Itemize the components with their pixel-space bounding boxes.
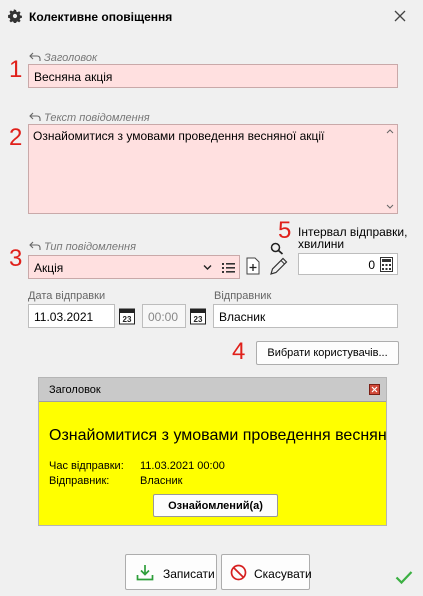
svg-text:23: 23 xyxy=(123,315,132,324)
back-arrow-icon xyxy=(29,112,41,121)
send-time-value: 00:00 xyxy=(148,310,179,324)
header-label-row: Заголовок xyxy=(29,50,97,64)
cancel-button[interactable]: Скасувати xyxy=(221,554,312,590)
calendar-icon[interactable]: 23 xyxy=(119,307,135,325)
cancel-button-label: Скасувати xyxy=(254,567,312,581)
message-type-label-row: Тип повідомлення xyxy=(29,239,136,253)
annotation-number-1: 1 xyxy=(9,56,23,83)
message-textarea[interactable]: Ознайомитися з умовами проведення веснян… xyxy=(28,124,398,214)
annotation-number-5: 5 xyxy=(278,217,292,244)
send-date-label: Дата відправки xyxy=(28,290,106,302)
interval-input[interactable]: 0 xyxy=(298,253,398,275)
preview-send-time-value: 11.03.2021 00:00 xyxy=(140,460,225,472)
send-time-input[interactable]: 00:00 xyxy=(142,304,186,328)
window-titlebar: Колективне оповіщення xyxy=(0,0,423,34)
message-type-label: Тип повідомлення xyxy=(44,241,136,253)
gear-icon xyxy=(8,9,22,23)
preview-sender-label: Відправник: xyxy=(49,475,110,487)
annotation-number-2: 2 xyxy=(9,124,23,151)
header-label: Заголовок xyxy=(44,52,98,64)
back-arrow-icon xyxy=(29,241,41,250)
select-users-button-label: Вибрати користувачів... xyxy=(267,347,388,359)
save-button-label: Записати xyxy=(163,567,215,581)
select-users-button[interactable]: Вибрати користувачів... xyxy=(256,341,399,365)
close-icon[interactable] xyxy=(392,8,408,24)
preview-title: Заголовок xyxy=(49,384,101,396)
annotation-number-3: 3 xyxy=(9,245,23,272)
preview-sender-value: Власник xyxy=(140,475,183,487)
checkmark-icon xyxy=(395,571,413,585)
calendar-icon[interactable]: 23 xyxy=(190,307,206,325)
list-icon[interactable] xyxy=(222,262,235,273)
message-label-row: Текст повідомлення xyxy=(29,110,150,124)
message-scrollbar[interactable] xyxy=(383,125,397,213)
sender-input[interactable]: Власник xyxy=(213,304,398,328)
download-icon xyxy=(136,565,154,581)
preview-message: Ознайомитися з умовами проведення веснян… xyxy=(49,427,386,444)
message-type-value: Акція xyxy=(34,261,64,275)
preview-close-icon[interactable] xyxy=(369,384,380,395)
header-input-value: Весняна акція xyxy=(34,70,113,84)
add-document-icon[interactable] xyxy=(246,257,261,275)
message-type-select[interactable]: Акція xyxy=(28,255,240,279)
annotation-number-4: 4 xyxy=(232,338,246,365)
search-icon[interactable] xyxy=(270,242,284,255)
chevron-down-icon[interactable] xyxy=(203,264,212,271)
save-button[interactable]: Записати xyxy=(125,554,217,590)
message-textarea-value: Ознайомитися з умовами проведення веснян… xyxy=(33,129,325,143)
scroll-up-icon[interactable] xyxy=(386,128,394,134)
cancel-icon xyxy=(230,564,247,581)
interval-input-value: 0 xyxy=(368,258,375,272)
interval-label: Інтервал відправки, хвилини xyxy=(298,225,408,251)
sender-value: Власник xyxy=(219,310,266,324)
svg-text:23: 23 xyxy=(194,315,203,324)
message-label: Текст повідомлення xyxy=(44,112,150,124)
window-title: Колективне оповіщення xyxy=(29,10,173,24)
preview-send-time-label: Час відправки: xyxy=(49,460,124,472)
calculator-icon[interactable] xyxy=(380,257,393,272)
back-arrow-icon xyxy=(29,52,41,61)
send-date-value: 11.03.2021 xyxy=(34,310,94,324)
acknowledge-button-label: Ознайомлений(а) xyxy=(168,500,263,512)
send-date-input[interactable]: 11.03.2021 xyxy=(28,304,115,328)
sender-label: Відправник xyxy=(214,290,272,302)
header-input[interactable]: Весняна акція xyxy=(28,64,398,88)
notification-preview: Заголовок Ознайомитися з умовами проведе… xyxy=(38,377,387,526)
edit-icon[interactable] xyxy=(269,257,289,276)
scroll-down-icon[interactable] xyxy=(386,204,394,210)
acknowledge-button[interactable]: Ознайомлений(а) xyxy=(153,494,278,517)
preview-titlebar: Заголовок xyxy=(39,378,386,402)
